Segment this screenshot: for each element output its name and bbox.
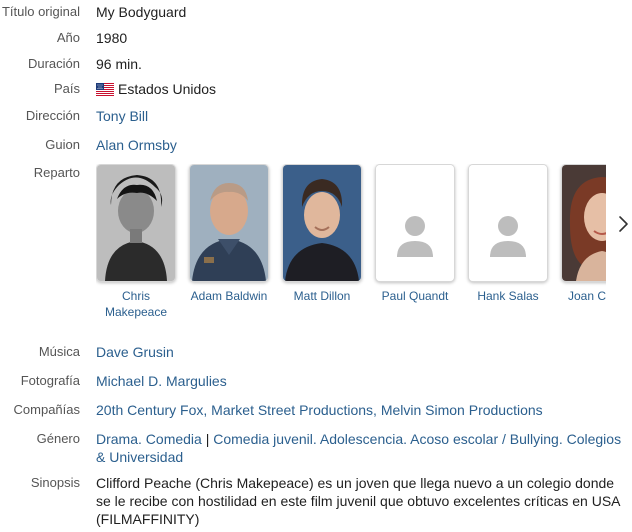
cast-photo[interactable] <box>189 164 269 282</box>
cast-photo[interactable] <box>282 164 362 282</box>
country-name: Estados Unidos <box>118 81 217 97</box>
composer-link[interactable]: Dave Grusin <box>96 344 174 360</box>
genre-link[interactable]: Comedia <box>146 431 202 447</box>
cast-carousel: Chris Makepeace Adam Baldwin Matt Dillon… <box>96 164 606 324</box>
photography-label: Fotografía <box>20 373 80 388</box>
genre-link[interactable]: Drama <box>96 431 138 447</box>
us-flag-icon <box>96 82 114 100</box>
color-portrait-image <box>562 165 606 281</box>
color-portrait-image <box>283 165 361 281</box>
script-label: Guion <box>45 137 80 152</box>
placeholder-person-icon <box>469 165 547 281</box>
year-value: 1980 <box>96 30 128 46</box>
cast-member[interactable]: Joan Cusack <box>561 164 606 304</box>
cast-member[interactable]: Adam Baldwin <box>189 164 269 304</box>
director-link[interactable]: Tony Bill <box>96 108 148 124</box>
direction-label: Dirección <box>25 108 80 123</box>
country-label: País <box>53 81 80 96</box>
cast-member[interactable]: Matt Dillon <box>282 164 362 304</box>
topic-link[interactable]: Acoso escolar / Bullying <box>410 431 559 447</box>
music-label: Música <box>38 344 80 359</box>
company-link[interactable]: Melvin Simon Productions <box>381 402 543 418</box>
year-label: Año <box>56 30 80 45</box>
writer-link[interactable]: Alan Ormsby <box>96 137 177 153</box>
synopsis-text: Clifford Peache (Chris Makepeace) es un … <box>96 475 620 527</box>
cast-photo[interactable] <box>561 164 606 282</box>
cast-photo[interactable] <box>375 164 455 282</box>
placeholder-person-icon <box>376 165 454 281</box>
genre-label: Género <box>36 431 80 446</box>
cast-member-name[interactable]: Adam Baldwin <box>189 288 269 304</box>
cast-next-button[interactable] <box>614 212 632 236</box>
duration-label: Duración <box>27 56 80 71</box>
cast-photo[interactable] <box>468 164 548 282</box>
topic-link[interactable]: Comedia juvenil <box>213 431 313 447</box>
cinematographer-link[interactable]: Michael D. Margulies <box>96 373 227 389</box>
country-value: Estados Unidos <box>96 80 628 100</box>
cast-member[interactable]: Chris Makepeace <box>96 164 176 320</box>
cast-member-name[interactable]: Paul Quandt <box>375 288 455 304</box>
color-portrait-image <box>190 165 268 281</box>
cast-member-name[interactable]: Chris Makepeace <box>96 288 176 320</box>
synopsis-label: Sinopsis <box>30 475 80 490</box>
company-link[interactable]: Market Street Productions <box>211 402 373 418</box>
cast-member-name[interactable]: Hank Salas <box>468 288 548 304</box>
cast-member-name[interactable]: Matt Dillon <box>282 288 362 304</box>
bw-portrait-image <box>97 165 175 281</box>
duration-value: 96 min. <box>96 56 142 72</box>
cast-photo[interactable] <box>96 164 176 282</box>
company-link[interactable]: 20th Century Fox <box>96 402 203 418</box>
original-title-label: Título original <box>1 4 80 19</box>
cast-member-name[interactable]: Joan Cusack <box>561 288 606 304</box>
cast-member[interactable]: Paul Quandt <box>375 164 455 304</box>
companies-label: Compañías <box>13 402 80 417</box>
original-title-value: My Bodyguard <box>96 4 187 20</box>
cast-label: Reparto <box>33 165 80 180</box>
cast-member[interactable]: Hank Salas <box>468 164 548 304</box>
topic-link[interactable]: Adolescencia <box>320 431 403 447</box>
chevron-right-icon <box>619 216 628 232</box>
